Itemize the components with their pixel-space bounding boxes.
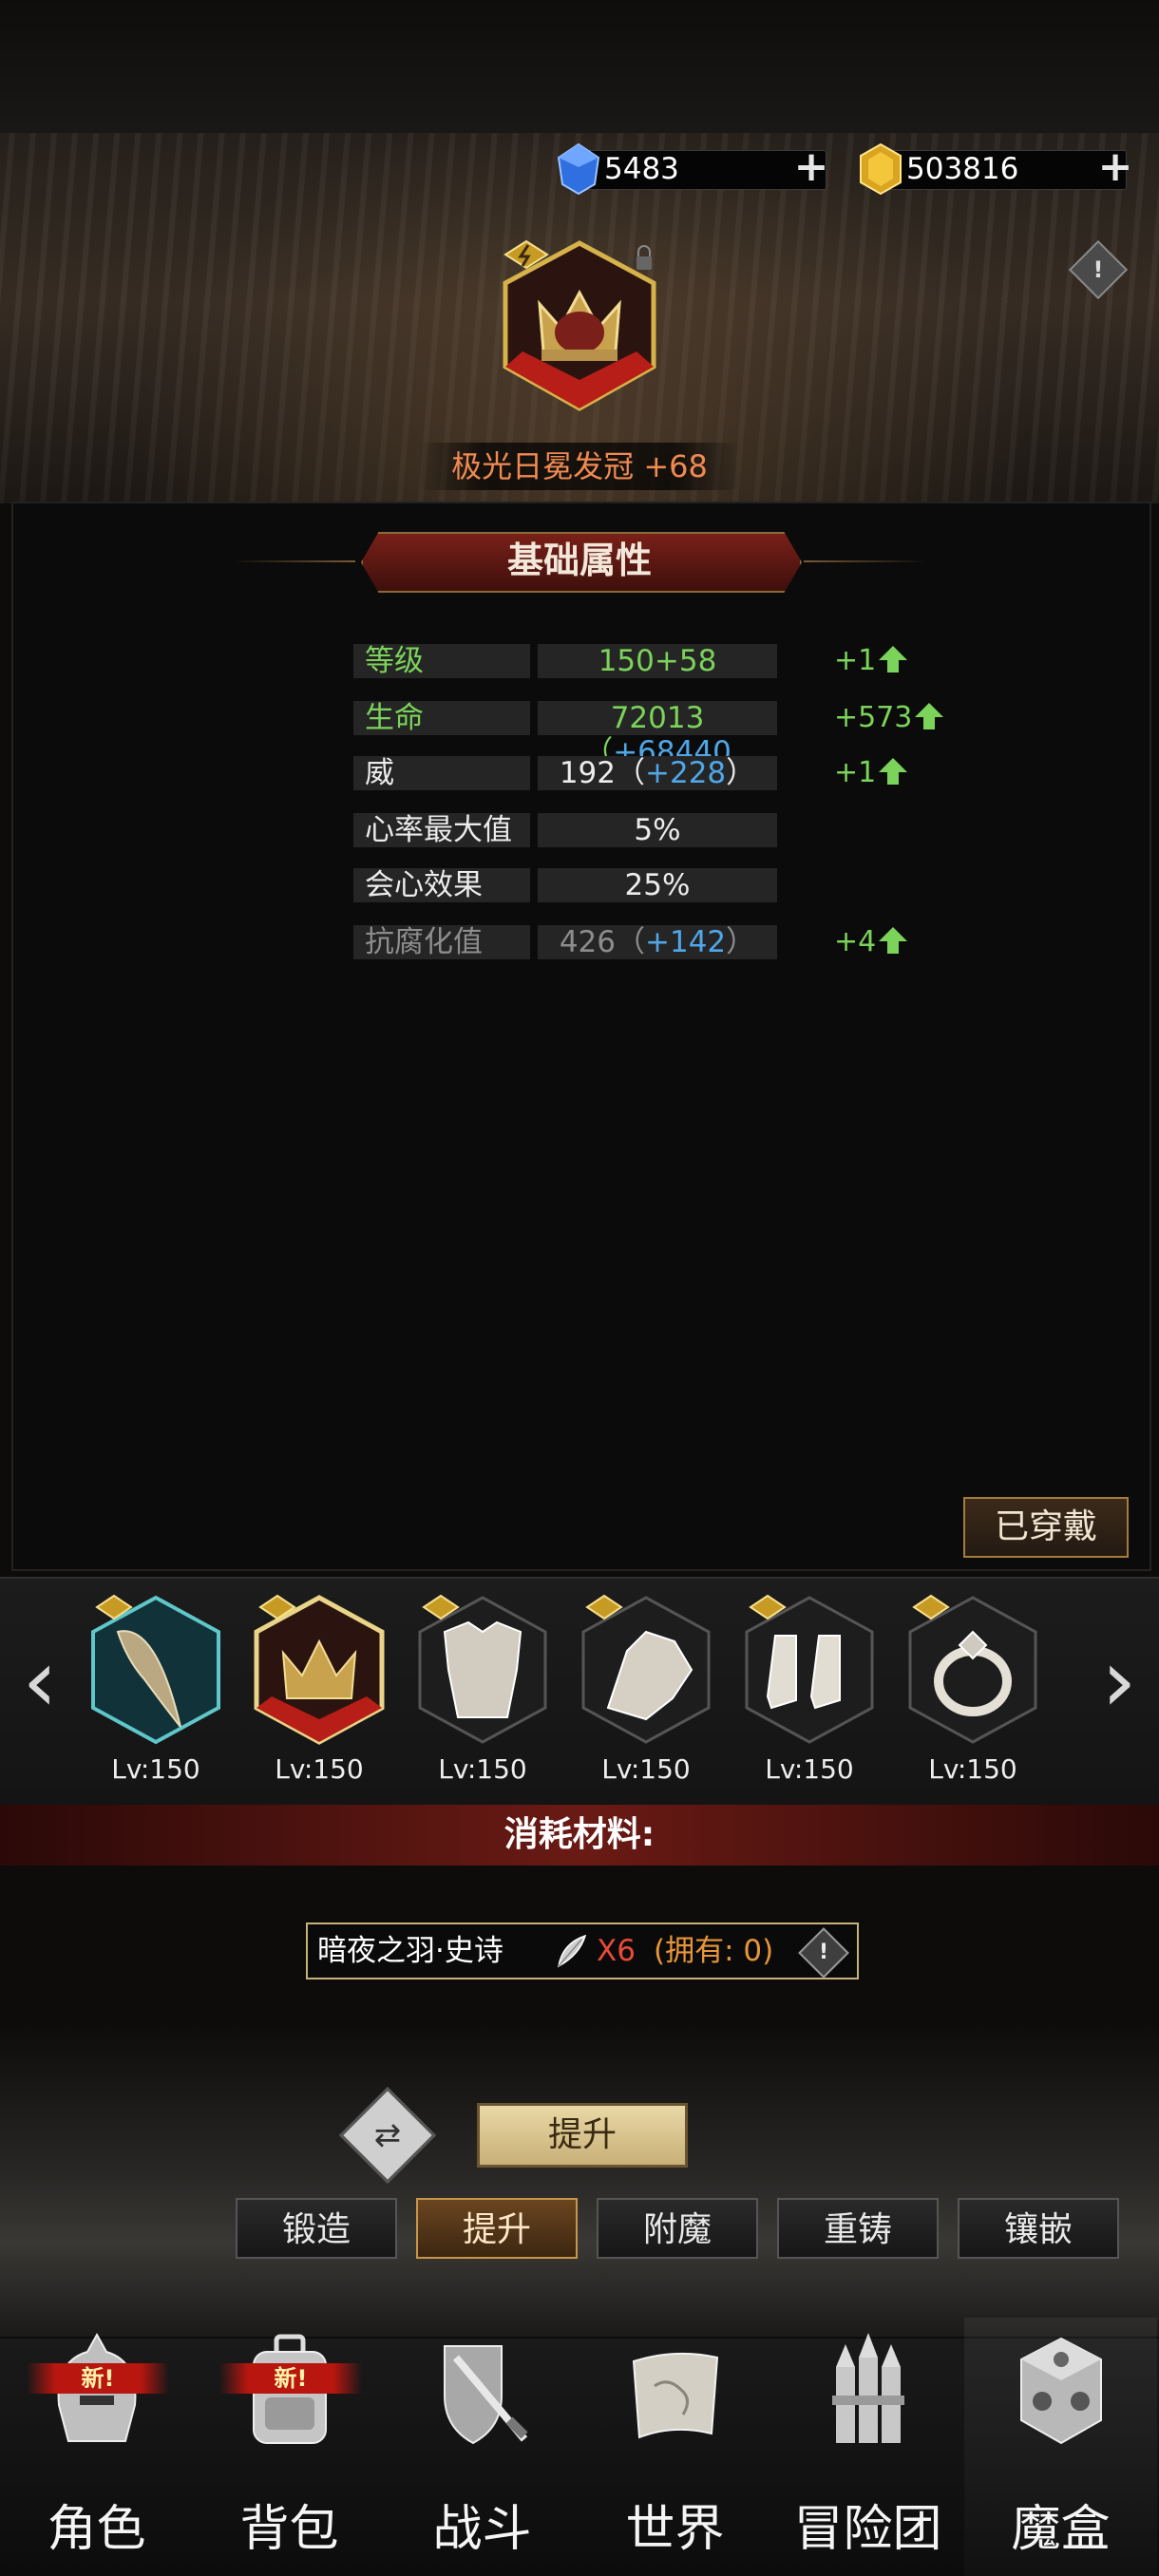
nav-battle[interactable]: 战斗 — [386, 2318, 579, 2576]
attr-label-hp: 生命 — [353, 701, 530, 735]
nav-label: 魔盒 — [1011, 2501, 1111, 2558]
tab-forge[interactable]: 锻造 — [236, 2198, 397, 2259]
nav-backpack[interactable]: 新! 背包 — [193, 2318, 386, 2576]
castle-icon — [832, 2333, 904, 2443]
nav-label: 角色 — [47, 2501, 146, 2558]
gold-currency: 503816 + — [857, 142, 1142, 196]
nav-label: 背包 — [239, 2501, 339, 2558]
new-badge: 新! — [27, 2363, 169, 2394]
attr-value-might: 192（+228） — [538, 756, 777, 790]
equipment-level: Lv:150 — [601, 1753, 691, 1785]
divider-left — [232, 560, 355, 562]
equipment-level: Lv:150 — [765, 1753, 854, 1785]
tab-enchant[interactable]: 附魔 — [597, 2198, 758, 2259]
attr-delta-might: +1 — [834, 756, 908, 790]
armor-icon — [443, 1620, 522, 1718]
equipped-button[interactable]: 已穿戴 — [963, 1497, 1129, 1558]
nav-world[interactable]: 世界 — [579, 2318, 771, 2576]
tab-reforge[interactable]: 重铸 — [777, 2198, 939, 2259]
gold-amount: 503816 — [906, 152, 1019, 186]
blue-crystal-icon — [557, 142, 600, 196]
attr-delta-hp: +573 — [834, 701, 944, 735]
up-arrow-icon — [879, 927, 908, 954]
attr-label-level: 等级 — [353, 644, 530, 678]
equipment-slot-armor[interactable]: Lv:150 — [407, 1592, 559, 1785]
item-name: 极光日冕发冠 +68 — [418, 443, 741, 490]
equipment-slot-horn[interactable]: Lv:150 — [80, 1592, 232, 1785]
divider-right — [804, 560, 927, 562]
attr-label-corruption: 抗腐化值 — [353, 925, 530, 959]
nav-label: 冒险团 — [793, 2501, 942, 2558]
attr-label-heartrate: 心率最大值 — [353, 813, 530, 847]
sword-shield-icon — [444, 2345, 528, 2445]
equipment-level: Lv:150 — [438, 1753, 527, 1785]
equipment-slot-ring[interactable]: Lv:150 — [897, 1592, 1049, 1785]
nav-magic-box[interactable]: 魔盒 — [964, 2318, 1157, 2576]
attr-value-corruption: 426（+142） — [538, 925, 777, 959]
materials-title: 消耗材料: — [504, 1815, 656, 1854]
attr-value-hp: 72013（+68440 — [538, 701, 777, 769]
equipment-level: Lv:150 — [928, 1753, 1017, 1785]
next-arrow-icon[interactable]: › — [1091, 1634, 1148, 1729]
attr-value-level: 150+58 — [538, 644, 777, 678]
material-count: X6 — [597, 1934, 636, 1968]
tab-inlay[interactable]: 镶嵌 — [958, 2198, 1119, 2259]
nav-label: 战斗 — [432, 2501, 532, 2558]
equipment-slot-boots[interactable]: Lv:150 — [733, 1592, 885, 1785]
add-gold-button[interactable]: + — [1096, 146, 1134, 188]
magic-box-icon — [1020, 2337, 1102, 2445]
up-arrow-icon — [879, 646, 908, 672]
new-badge: 新! — [219, 2363, 362, 2394]
attr-label-crit: 会心效果 — [353, 868, 530, 902]
attr-delta-level: +1 — [834, 644, 908, 678]
swap-icon: ⇄ — [373, 2116, 402, 2154]
attr-label-might: 威 — [353, 756, 530, 790]
lower-background — [0, 2023, 1159, 2337]
nav-character[interactable]: 新! 角色 — [0, 2318, 193, 2576]
add-gems-button[interactable]: + — [792, 146, 830, 188]
nav-label: 世界 — [625, 2501, 725, 2558]
section-title: 基础属性 — [506, 540, 652, 581]
upgrade-button[interactable]: 提升 — [477, 2103, 688, 2168]
attr-value-crit: 25% — [538, 868, 777, 902]
equipment-level: Lv:150 — [111, 1753, 200, 1785]
item-portrait[interactable] — [494, 237, 665, 418]
exclamation-icon: ! — [1092, 256, 1104, 283]
exclamation-icon: ! — [818, 1941, 829, 1964]
gem-currency: 5483 + — [555, 142, 847, 196]
attr-delta-corruption: +4 — [834, 925, 908, 959]
up-arrow-icon — [915, 703, 944, 729]
material-name: 暗夜之羽·史诗 — [317, 1934, 504, 1968]
feather-icon — [558, 1934, 587, 1968]
equipment-slot-crown[interactable]: Lv:150 — [243, 1592, 395, 1785]
gem-amount: 5483 — [604, 152, 679, 186]
prev-arrow-icon[interactable]: ‹ — [11, 1634, 68, 1729]
gold-crystal-icon — [860, 142, 902, 196]
attr-value-heartrate: 5% — [538, 813, 777, 847]
nav-adventure-group[interactable]: 冒险团 — [771, 2318, 964, 2576]
material-owned: (拥有: 0) — [654, 1934, 774, 1968]
equipment-level: Lv:150 — [275, 1753, 364, 1785]
tab-upgrade[interactable]: 提升 — [416, 2198, 578, 2259]
up-arrow-icon — [879, 758, 908, 785]
lock-icon — [636, 256, 652, 270]
map-icon — [632, 2352, 719, 2439]
status-band — [0, 0, 1159, 133]
equipment-slot-gauntlet[interactable]: Lv:150 — [570, 1592, 722, 1785]
